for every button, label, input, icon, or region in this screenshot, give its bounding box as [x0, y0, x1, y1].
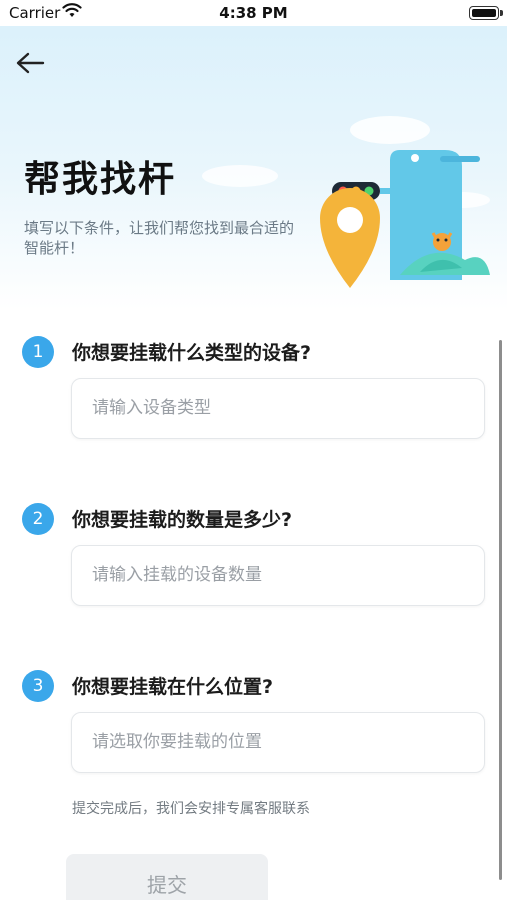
scrollbar[interactable] [499, 340, 502, 880]
back-button[interactable] [12, 46, 48, 82]
step-number-3: 3 [22, 670, 54, 702]
question-2: 你想要挂载的数量是多少? [72, 509, 293, 531]
step-number-1: 1 [22, 336, 54, 368]
arrow-left-icon [16, 52, 45, 74]
submit-note: 提交完成后，我们会安排专属客服联系 [72, 801, 310, 817]
battery-icon [469, 6, 503, 20]
question-3: 你想要挂载在什么位置? [72, 676, 274, 698]
submit-button[interactable]: 提交 [66, 854, 268, 900]
smart-pole-illustration [202, 116, 490, 288]
mount-location-select[interactable]: 请选取你要挂载的位置 [71, 712, 485, 773]
status-time: 4:38 PM [219, 4, 288, 22]
status-bar: Carrier 4:38 PM [0, 0, 507, 26]
device-count-input[interactable]: 请输入挂载的设备数量 [71, 545, 485, 606]
question-1: 你想要挂载什么类型的设备? [72, 342, 312, 364]
mount-location-placeholder: 请选取你要挂载的位置 [92, 732, 262, 752]
device-type-placeholder: 请输入设备类型 [92, 398, 211, 418]
page-title: 帮我找杆 [24, 159, 177, 200]
device-type-input[interactable]: 请输入设备类型 [71, 378, 485, 439]
device-count-placeholder: 请输入挂载的设备数量 [92, 565, 262, 585]
step-number-2: 2 [22, 503, 54, 535]
